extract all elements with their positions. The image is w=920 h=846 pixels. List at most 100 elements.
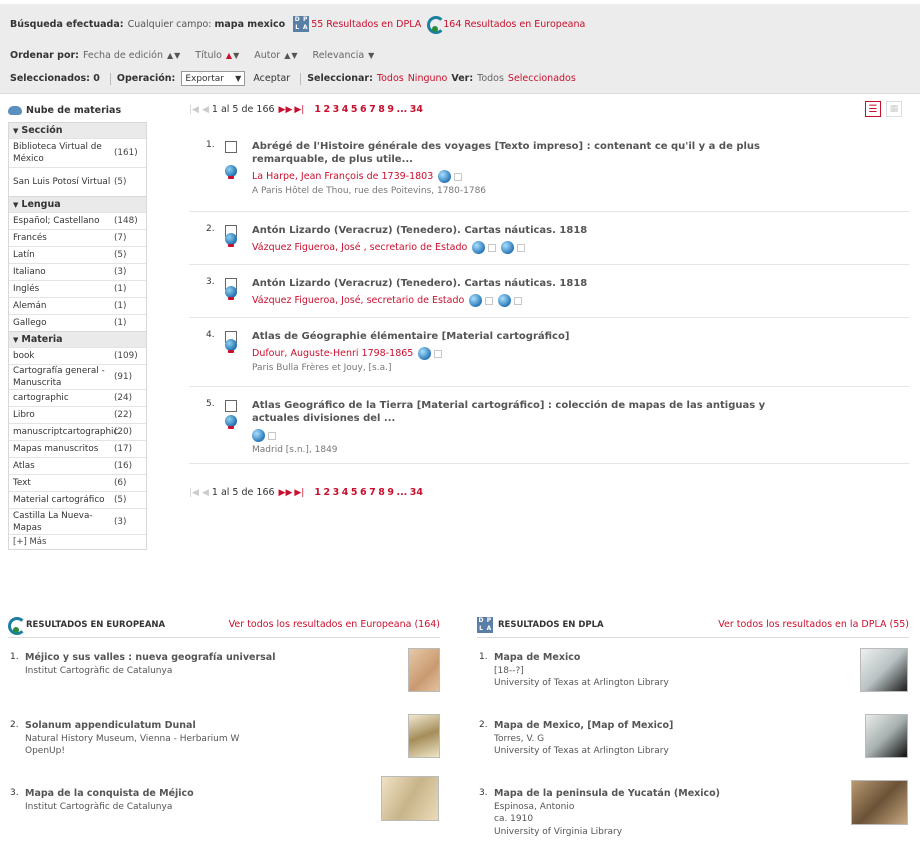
facet-item[interactable]: Alemán (1) xyxy=(9,297,146,314)
page-number-link[interactable]: 6 xyxy=(360,487,367,498)
globe-link-icon[interactable] xyxy=(472,241,486,254)
item-title[interactable]: Mapa de Mexico xyxy=(494,652,794,665)
sort-option-date[interactable]: Fecha de edición xyxy=(83,50,163,61)
facet-section-1[interactable]: ▼ Lengua xyxy=(9,196,146,212)
page-number-link[interactable]: 34 xyxy=(410,104,423,115)
thumbnail-image[interactable] xyxy=(851,780,908,825)
thumbnail-image[interactable] xyxy=(860,648,908,692)
page-number-link[interactable]: 3 xyxy=(333,487,340,498)
grid-view-icon[interactable]: ▦ xyxy=(886,101,902,117)
item-title[interactable]: Solanum appendiculatum Dunal xyxy=(25,720,325,733)
view-all-link[interactable]: Todos xyxy=(477,73,504,84)
sort-author-asc-icon[interactable]: ▲ xyxy=(284,51,290,60)
facet-item[interactable]: Italiano (3) xyxy=(9,263,146,280)
sort-title-asc-icon[interactable]: ▲ xyxy=(226,51,232,60)
globe-link-icon[interactable] xyxy=(252,429,265,442)
external-link-icon[interactable] xyxy=(485,296,494,305)
facet-item[interactable]: book (109) xyxy=(9,347,146,364)
europeana-view-all-link[interactable]: Ver todos los resultados en Europeana (1… xyxy=(229,619,440,630)
page-number-link[interactable]: 5 xyxy=(351,487,358,498)
page-number-link[interactable]: 9 xyxy=(387,487,394,498)
facet-item[interactable]: Biblioteca Virtual de México (161) xyxy=(9,138,146,167)
facet-item[interactable]: Gallego (1) xyxy=(9,314,146,331)
dpla-view-all-link[interactable]: Ver todos los resultados en la DPLA (55) xyxy=(718,619,909,630)
facet-item[interactable]: Inglés (1) xyxy=(9,280,146,297)
last-page-icon[interactable]: ▶| xyxy=(294,488,304,498)
result-title[interactable]: Atlas de Géographie élémentaire [Materia… xyxy=(252,330,772,343)
list-view-icon[interactable]: ☰ xyxy=(865,101,881,117)
facet-item[interactable]: Castilla La Nueva-Mapas (3) xyxy=(9,508,146,534)
operation-select[interactable]: Exportar ▼ xyxy=(181,71,246,86)
facet-section-0[interactable]: ▼ Sección xyxy=(9,122,146,138)
result-title[interactable]: Abrégé de l'Histoire générale des voyage… xyxy=(252,140,772,166)
facet-item[interactable]: Text (6) xyxy=(9,474,146,491)
dpla-results-link[interactable]: 55 Resultados en DPLA xyxy=(311,19,421,30)
page-number-link[interactable]: 4 xyxy=(342,104,349,115)
page-number-link[interactable]: 3 xyxy=(333,104,340,115)
external-link-icon[interactable] xyxy=(488,243,497,252)
thumbnail-image[interactable] xyxy=(408,648,440,692)
result-author[interactable]: La Harpe, Jean François de 1739-1803 xyxy=(252,171,433,182)
facet-item[interactable]: Cartografía general - Manuscrita (91) xyxy=(9,364,146,389)
result-author[interactable]: Dufour, Auguste-Henri 1798-1865 xyxy=(252,348,413,359)
thumbnail-image[interactable] xyxy=(865,714,908,758)
sort-title-desc-icon[interactable]: ▼ xyxy=(233,51,239,60)
page-number-link[interactable]: 5 xyxy=(351,104,358,115)
external-link-icon[interactable] xyxy=(454,172,463,181)
result-author[interactable]: Vázquez Figueroa, José , secretario de E… xyxy=(252,242,467,253)
view-selected-link[interactable]: Seleccionados xyxy=(508,73,576,84)
item-title[interactable]: Mapa de la conquista de Méjico xyxy=(25,788,325,801)
external-link-icon[interactable] xyxy=(514,296,523,305)
globe-link-icon[interactable] xyxy=(498,294,512,307)
globe-link-icon[interactable] xyxy=(438,170,452,183)
europeana-results-link[interactable]: 164 Resultados en Europeana xyxy=(443,19,585,30)
page-number-link[interactable]: 8 xyxy=(378,487,385,498)
facet-item[interactable]: Latín (5) xyxy=(9,246,146,263)
sort-author-desc-icon[interactable]: ▼ xyxy=(291,51,297,60)
result-checkbox[interactable] xyxy=(225,400,237,412)
accept-button[interactable]: Aceptar xyxy=(253,73,290,84)
sort-option-author[interactable]: Autor xyxy=(254,50,280,61)
page-number-link[interactable]: 7 xyxy=(369,104,376,115)
globe-link-icon[interactable] xyxy=(418,347,432,360)
page-number-link[interactable]: 1 xyxy=(314,487,321,498)
facet-item[interactable]: Mapas manuscritos (17) xyxy=(9,440,146,457)
globe-link-icon[interactable] xyxy=(469,294,483,307)
facet-item[interactable]: Francés (7) xyxy=(9,229,146,246)
page-number-link[interactable]: 9 xyxy=(387,104,394,115)
external-link-icon[interactable] xyxy=(517,243,526,252)
more-facets-link[interactable]: [+] Más xyxy=(9,534,146,549)
thumbnail-image[interactable] xyxy=(381,776,439,821)
result-title[interactable]: Antón Lizardo (Veracruz) (Tenedero). Car… xyxy=(252,224,772,237)
last-page-icon[interactable]: ▶| xyxy=(294,105,304,115)
page-number-link[interactable]: 1 xyxy=(314,104,321,115)
result-checkbox[interactable] xyxy=(225,141,237,153)
facet-item[interactable]: Libro (22) xyxy=(9,406,146,423)
facet-item[interactable]: Español; Castellano (148) xyxy=(9,212,146,229)
globe-link-icon[interactable] xyxy=(501,241,515,254)
facet-item[interactable]: manuscriptcartographic (20) xyxy=(9,423,146,440)
facet-item[interactable]: cartographic (24) xyxy=(9,389,146,406)
external-link-icon[interactable] xyxy=(434,349,443,358)
external-link-icon[interactable] xyxy=(268,431,276,440)
select-all-link[interactable]: Todos xyxy=(377,73,404,84)
page-number-link[interactable]: 34 xyxy=(410,487,423,498)
page-number-link[interactable]: 8 xyxy=(378,104,385,115)
facet-item[interactable]: Atlas (16) xyxy=(9,457,146,474)
page-number-link[interactable]: 6 xyxy=(360,104,367,115)
page-number-link[interactable]: 4 xyxy=(342,487,349,498)
result-author[interactable]: Vázquez Figueroa, José, secretario de Es… xyxy=(252,295,464,306)
sort-option-relevance[interactable]: Relevancia xyxy=(313,50,365,61)
item-title[interactable]: Méjico y sus valles : nueva geografía un… xyxy=(25,652,325,665)
subject-cloud-link[interactable]: Nube de materias xyxy=(8,102,147,118)
select-none-link[interactable]: Ninguno xyxy=(408,73,448,84)
result-title[interactable]: Atlas Geográfico de la Tierra [Material … xyxy=(252,399,772,425)
sort-date-asc-icon[interactable]: ▲ xyxy=(167,51,173,60)
result-title[interactable]: Antón Lizardo (Veracruz) (Tenedero). Car… xyxy=(252,277,772,290)
thumbnail-image[interactable] xyxy=(408,714,440,758)
facet-item[interactable]: San Luis Potosí Virtual (5) xyxy=(9,167,146,196)
page-number-link[interactable]: 2 xyxy=(323,104,330,115)
sort-option-title[interactable]: Título xyxy=(195,50,222,61)
sort-relevance-desc-icon[interactable]: ▼ xyxy=(368,51,374,60)
page-number-link[interactable]: 7 xyxy=(369,487,376,498)
